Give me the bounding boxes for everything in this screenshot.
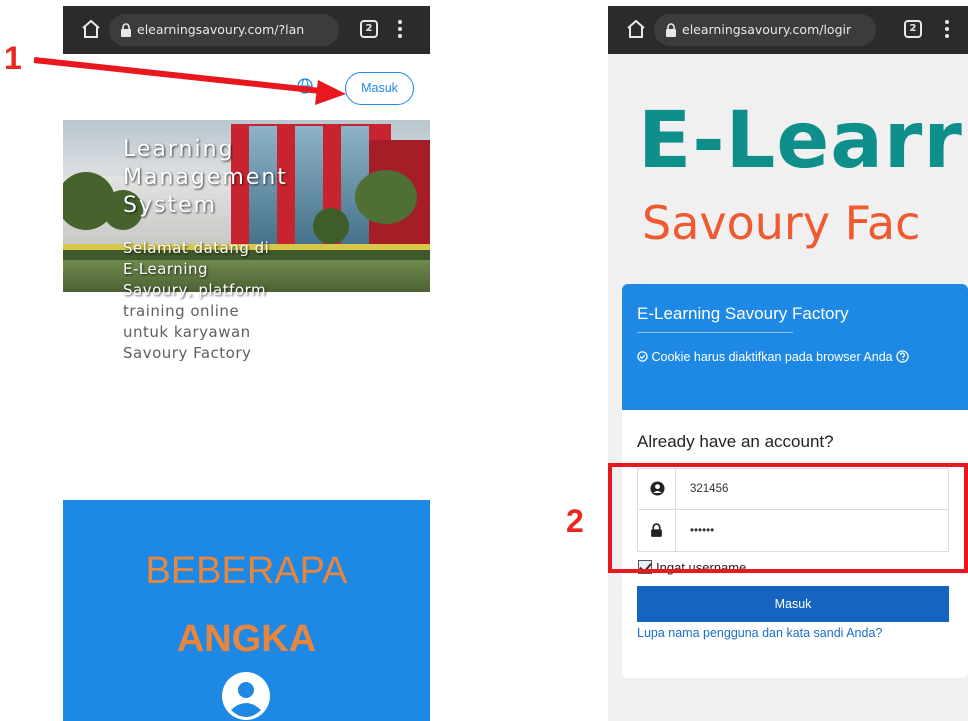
stats-heading-line1: BEBERAPA (145, 550, 348, 592)
annotation-highlight-box (608, 463, 968, 573)
hero-subtitle: Selamat datang di E-Learning Savoury, pl… (123, 239, 270, 362)
divider (637, 332, 793, 333)
phone-screen-login: elearningsavoury.com/logir 2 E-Learr Sav… (608, 6, 968, 721)
lock-icon (121, 23, 131, 37)
url-text: elearningsavoury.com/logir (682, 22, 852, 37)
browser-toolbar: elearningsavoury.com/?lan 2 (63, 6, 430, 54)
brand-logo-line1: E-Learr (638, 96, 963, 186)
phone-screen-home: elearningsavoury.com/?lan 2 Masuk Learni… (63, 6, 430, 721)
address-bar[interactable]: elearningsavoury.com/logir (654, 14, 876, 46)
site-title: E-Learning Savoury Factory (637, 304, 849, 323)
cookie-notice: Cookie harus diaktifkan pada browser And… (637, 348, 937, 366)
lock-icon (666, 23, 676, 37)
help-icon[interactable] (896, 350, 909, 363)
tab-switcher-button[interactable]: 2 (904, 20, 922, 38)
overflow-menu-icon[interactable] (944, 20, 950, 40)
user-icon (222, 672, 270, 720)
stats-heading-line2: ANGKA (176, 618, 317, 660)
brand-logo-line2: Savoury Fac (642, 196, 921, 250)
annotation-step-2: 2 (566, 503, 584, 539)
home-icon[interactable] (624, 17, 648, 41)
login-heading: Already have an account? (637, 432, 834, 451)
overflow-menu-icon[interactable] (397, 20, 403, 40)
login-card-header: E-Learning Savoury Factory Cookie harus … (622, 284, 968, 410)
browser-toolbar: elearningsavoury.com/logir 2 (608, 6, 968, 54)
tab-switcher-button[interactable]: 2 (360, 20, 378, 38)
login-button[interactable]: Masuk (345, 72, 414, 105)
annotation-step-1: 1 (4, 40, 22, 76)
globe-icon[interactable] (297, 78, 313, 94)
forgot-credentials-link[interactable]: Lupa nama pengguna dan kata sandi Anda? (637, 626, 882, 640)
check-circle-icon (637, 351, 648, 362)
address-bar[interactable]: elearningsavoury.com/?lan (109, 14, 339, 46)
home-icon[interactable] (79, 17, 103, 41)
url-text: elearningsavoury.com/?lan (137, 22, 305, 37)
hero-title: Learning Management System (123, 137, 288, 218)
login-submit-button[interactable]: Masuk (637, 586, 949, 622)
